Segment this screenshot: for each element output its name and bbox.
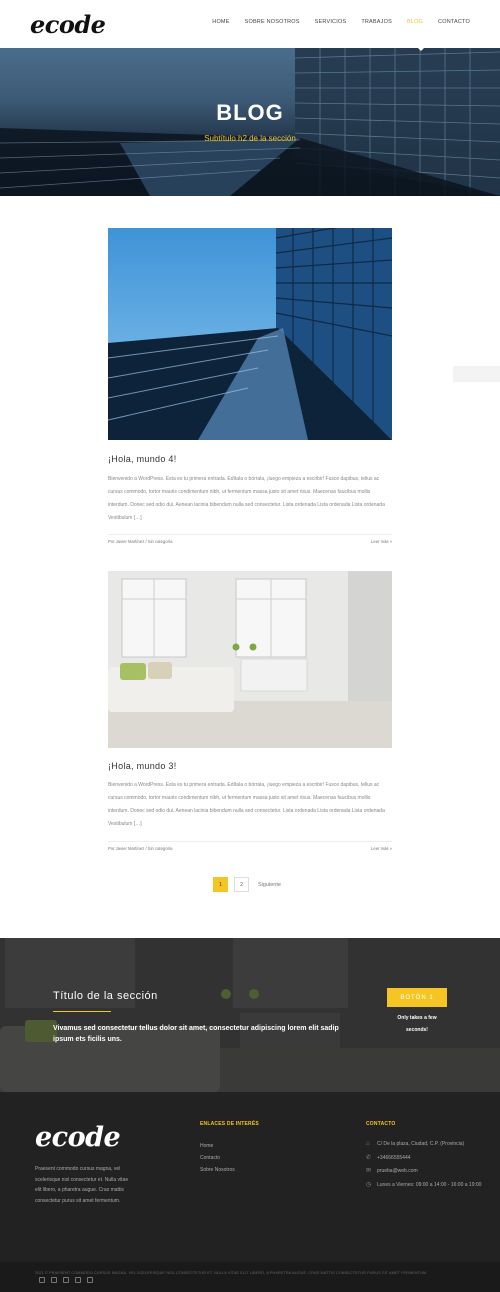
footer-link-sobre-nosotros[interactable]: Sobre Nosotros	[200, 1164, 235, 1176]
footer-link-contacto[interactable]: Contacto	[200, 1152, 235, 1164]
hero-banner: BLOG Subtítulo h2 de la sección	[0, 48, 500, 196]
footer-bottom-bar: 2021 © PRAESENT COMMODO CURSUS MAGNA, VE…	[0, 1262, 500, 1292]
post-title[interactable]: ¡Hola, mundo 4!	[108, 454, 177, 464]
phone-icon: ✆	[366, 1154, 372, 1161]
cta-underline	[53, 1011, 111, 1012]
post-author-category: Por Javier Martínez / Sin categoría	[108, 846, 173, 851]
instagram-icon[interactable]	[63, 1277, 69, 1283]
facebook-icon[interactable]	[39, 1277, 45, 1283]
social-links	[39, 1277, 93, 1283]
contact-email[interactable]: ✉ prueba@web.com	[366, 1166, 486, 1178]
nav-sobre-nosotros[interactable]: SOBRE NOSOTROS	[245, 19, 300, 25]
read-more-link[interactable]: Leer más »	[371, 539, 392, 544]
home-icon: ⌂	[366, 1141, 370, 1147]
nav-home[interactable]: HOME	[212, 19, 229, 25]
youtube-icon[interactable]	[87, 1277, 93, 1283]
cta-text: Vivamus sed consectetur tellus dolor sit…	[53, 1025, 339, 1043]
nav-trabajos[interactable]: TRABAJOS	[361, 19, 392, 25]
post-image-skyscraper[interactable]	[108, 228, 392, 440]
post-image-living-room[interactable]	[108, 571, 392, 748]
post-title[interactable]: ¡Hola, mundo 3!	[108, 761, 177, 771]
links-heading: ENLACES DE INTERÉS	[200, 1121, 259, 1127]
cta-section: Título de la sección Vivamus sed consect…	[0, 938, 500, 1092]
cta-title: Título de la sección	[53, 990, 158, 1002]
main-nav: HOME SOBRE NOSOTROS SERVICIOS TRABAJOS B…	[212, 19, 470, 25]
active-nav-caret	[417, 47, 425, 51]
contact-address: ⌂ C/ De la plaza, Ciudad, C.P. (Provinci…	[366, 1139, 486, 1151]
footer-link-home[interactable]: Home	[200, 1140, 235, 1152]
copyright-text: 2021 © PRAESENT COMMODO CURSUS MAGNA, VE…	[35, 1271, 428, 1275]
post-excerpt: Bienvenido a WordPress. Esta es tu prime…	[108, 476, 385, 521]
footer-contact: ⌂ C/ De la plaza, Ciudad, C.P. (Provinci…	[366, 1139, 486, 1191]
clock-icon: ◷	[366, 1181, 372, 1188]
contact-heading: CONTACTO	[366, 1121, 396, 1127]
nav-contacto[interactable]: CONTACTO	[438, 19, 470, 25]
post-meta: Por Javier Martínez / Sin categoría Leer…	[108, 841, 392, 855]
footer-about: Praesent commodo cursus magna, vel scele…	[35, 1166, 129, 1204]
contact-hours: ◷ Lunes a Viernes: 09:00 a 14:00 - 16:00…	[366, 1180, 486, 1192]
post-author-category: Por Javier Martínez / Sin categoría	[108, 539, 173, 544]
cta-note: Only takes a few seconds!	[397, 1015, 437, 1033]
email-icon: ✉	[366, 1168, 372, 1174]
blog-post: ¡Hola, mundo 3! Bienvenido a WordPress. …	[108, 571, 392, 861]
cta-button[interactable]: BOTÓN 1	[387, 988, 447, 1007]
page-title: BLOG	[216, 100, 284, 125]
page-subtitle: Subtítulo h2 de la sección	[204, 134, 296, 143]
post-meta: Por Javier Martínez / Sin categoría Leer…	[108, 534, 392, 548]
nav-blog[interactable]: BLOG	[407, 19, 423, 25]
read-more-link[interactable]: Leer más »	[371, 846, 392, 851]
footer-logo[interactable]: ecode	[35, 1122, 121, 1153]
nav-servicios[interactable]: SERVICIOS	[315, 19, 347, 25]
blog-post: ¡Hola, mundo 4! Bienvenido a WordPress. …	[108, 228, 392, 548]
twitter-icon[interactable]	[51, 1277, 57, 1283]
site-logo[interactable]: ecode	[30, 10, 106, 39]
site-footer: ecode Praesent commodo cursus magna, vel…	[0, 1092, 500, 1262]
footer-links: Home Contacto Sobre Nosotros	[200, 1140, 235, 1176]
post-excerpt: Bienvenido a WordPress. Esta es tu prime…	[108, 782, 385, 827]
pagination: 1 2 Siguiente	[213, 877, 281, 892]
next-page-link[interactable]: Siguiente	[258, 882, 281, 888]
contact-phone: ✆ +34666555444	[366, 1153, 486, 1165]
linkedin-icon[interactable]	[75, 1277, 81, 1283]
side-tab[interactable]	[453, 366, 500, 382]
page-2-button[interactable]: 2	[234, 877, 249, 892]
page-1-button[interactable]: 1	[213, 877, 228, 892]
site-header: ecode HOME SOBRE NOSOTROS SERVICIOS TRAB…	[0, 0, 500, 48]
